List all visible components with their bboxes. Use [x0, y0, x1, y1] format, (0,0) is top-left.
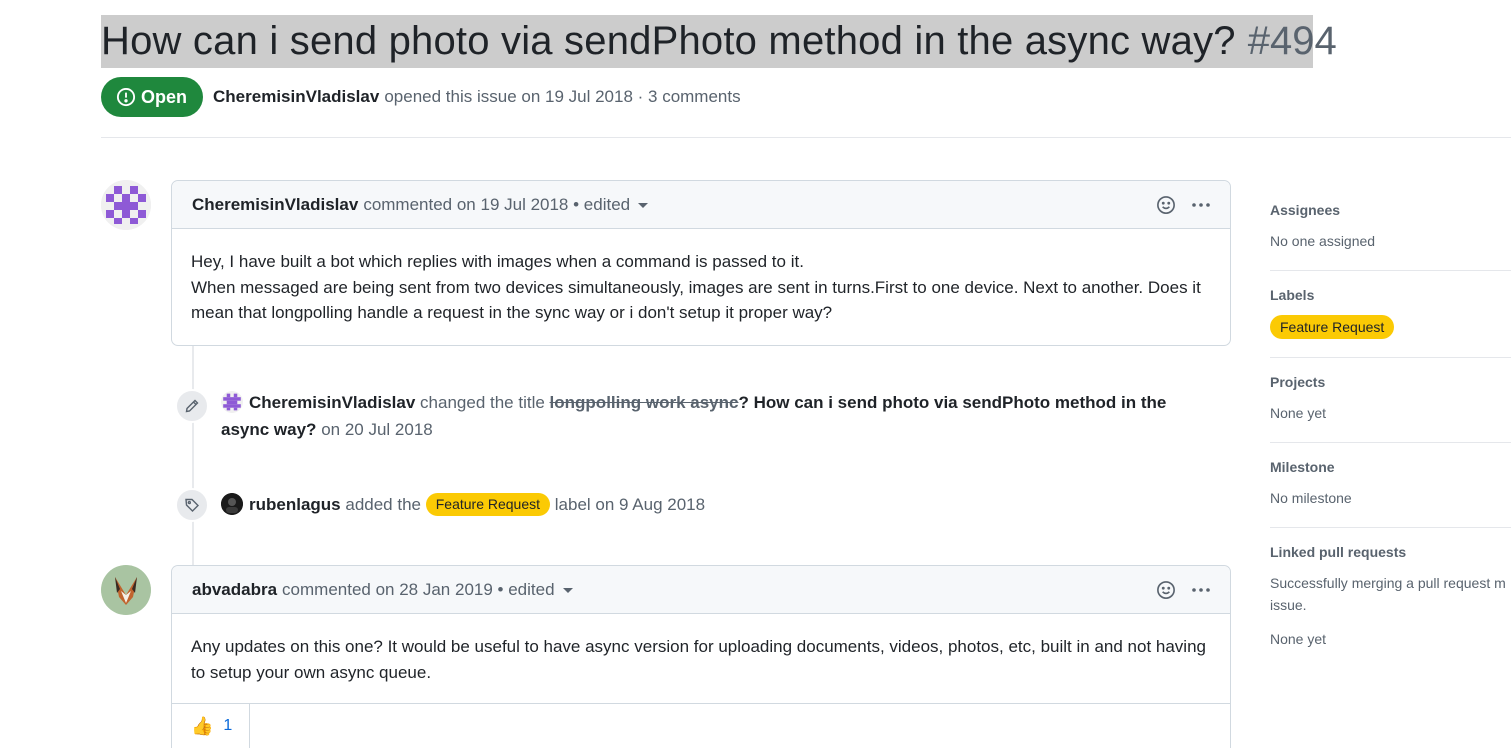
- edited-dropdown-caret-icon[interactable]: [562, 588, 573, 593]
- state-label: Open: [141, 86, 188, 107]
- mini-avatar[interactable]: [221, 391, 243, 413]
- edited-dropdown-caret-icon[interactable]: [638, 203, 649, 208]
- label-suffix: label on 9 Aug 2018: [554, 495, 706, 514]
- milestone-section: Milestone No milestone: [1270, 443, 1511, 528]
- comment-body: Hey, I have built a bot which replies wi…: [172, 229, 1230, 346]
- issue-title: How can i send photo via sendPhoto metho…: [101, 19, 1236, 63]
- comment-paragraph: Any updates on this one? It would be use…: [191, 637, 1206, 682]
- timeline-line: [192, 346, 194, 566]
- milestone-value: No milestone: [1270, 490, 1352, 506]
- reactions-bar: 👍 1: [172, 703, 1230, 748]
- comment-header: abvadabra commented on 28 Jan 2019 • edi…: [172, 566, 1230, 614]
- linked-pull-requests-hint: Successfully merging a pull request m: [1270, 575, 1506, 591]
- linked-pull-requests-hint-cont: issue.: [1270, 597, 1307, 613]
- label-event: rubenlagus added the Feature Request lab…: [175, 488, 705, 522]
- issue-opened-icon: [116, 87, 136, 107]
- mini-avatar[interactable]: [221, 493, 243, 515]
- tag-icon: [175, 488, 209, 522]
- rename-prefix: changed the title: [420, 393, 545, 412]
- labels-section: Labels Feature Request: [1270, 271, 1511, 358]
- projects-section: Projects None yet: [1270, 358, 1511, 443]
- milestone-title[interactable]: Milestone: [1270, 459, 1511, 475]
- feature-request-label[interactable]: Feature Request: [1270, 315, 1395, 339]
- open-state-badge: Open: [101, 77, 204, 117]
- linked-pull-requests-title[interactable]: Linked pull requests: [1270, 544, 1511, 560]
- issue-number: #494: [1247, 19, 1337, 63]
- label-prefix: added the: [345, 495, 421, 514]
- comment-body: Any updates on this one? It would be use…: [172, 614, 1230, 703]
- assignees-value: No one assigned: [1270, 233, 1376, 249]
- comment-paragraph: Hey, I have built a bot which replies wi…: [191, 252, 804, 271]
- labels-title[interactable]: Labels: [1270, 287, 1511, 303]
- comment-paragraph: When messaged are being sent from two de…: [191, 277, 1201, 323]
- thumbs-up-icon: 👍: [191, 715, 214, 736]
- linked-pull-requests-section: Linked pull requests Successfully mergin…: [1270, 528, 1511, 668]
- kebab-menu-icon[interactable]: [1186, 190, 1216, 220]
- projects-value: None yet: [1270, 405, 1327, 421]
- rename-event-text: CheremisinVladislav changed the title lo…: [221, 391, 1167, 439]
- identicon-avatar: [101, 180, 151, 230]
- issue-opened-text: opened this issue on 19 Jul 2018 · 3 com…: [384, 87, 741, 106]
- issue-author-link[interactable]: CheremisinVladislav: [213, 87, 379, 106]
- rename-date[interactable]: on 20 Jul 2018: [321, 420, 433, 439]
- comment-author-link[interactable]: abvadabra: [192, 580, 277, 600]
- comment-header: CheremisinVladislav commented on 19 Jul …: [172, 181, 1230, 229]
- comment-timestamp[interactable]: commented on 19 Jul 2018 • edited: [363, 195, 630, 215]
- event-actor-link[interactable]: rubenlagus: [249, 495, 341, 514]
- event-actor-link[interactable]: CheremisinVladislav: [249, 393, 415, 412]
- smiley-icon[interactable]: [1151, 575, 1181, 605]
- fox-avatar: [101, 565, 151, 615]
- comment-author-link[interactable]: CheremisinVladislav: [192, 195, 358, 215]
- linked-pull-requests-value: None yet: [1270, 631, 1327, 647]
- avatar[interactable]: [101, 565, 151, 615]
- rename-event: CheremisinVladislav changed the title lo…: [175, 389, 1215, 443]
- issue-sidebar: Assignees No one assigned Labels Feature…: [1270, 186, 1511, 668]
- old-title: longpolling work async: [549, 393, 739, 412]
- reaction-count: 1: [223, 717, 233, 734]
- avatar[interactable]: [101, 180, 151, 230]
- issue-meta-text: CheremisinVladislav opened this issue on …: [213, 87, 741, 107]
- issue-title-bar: How can i send photo via sendPhoto metho…: [101, 15, 1337, 68]
- projects-title[interactable]: Projects: [1270, 374, 1511, 390]
- comment-card: abvadabra commented on 28 Jan 2019 • edi…: [171, 565, 1231, 748]
- thumbs-up-reaction[interactable]: 👍 1: [172, 704, 250, 748]
- header-divider: [101, 137, 1511, 138]
- assignees-section: Assignees No one assigned: [1270, 186, 1511, 271]
- pencil-icon: [175, 389, 209, 423]
- assignees-title[interactable]: Assignees: [1270, 202, 1511, 218]
- comment-card: CheremisinVladislav commented on 19 Jul …: [171, 180, 1231, 346]
- issue-meta: Open CheremisinVladislav opened this issu…: [101, 77, 741, 117]
- label-event-text: rubenlagus added the Feature Request lab…: [221, 488, 705, 522]
- comment-timestamp[interactable]: commented on 28 Jan 2019 • edited: [282, 580, 554, 600]
- smiley-icon[interactable]: [1151, 190, 1181, 220]
- kebab-menu-icon[interactable]: [1186, 575, 1216, 605]
- feature-request-label[interactable]: Feature Request: [425, 493, 551, 516]
